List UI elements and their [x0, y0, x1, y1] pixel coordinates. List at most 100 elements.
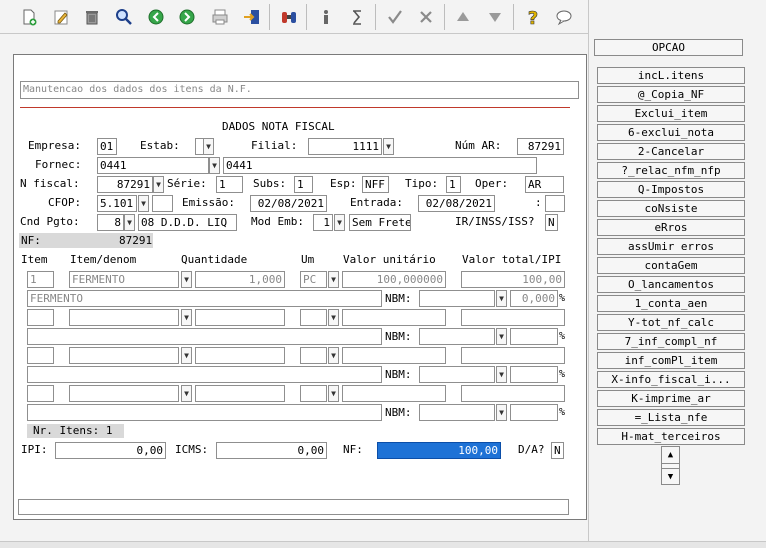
valor-unitario-field[interactable]: 100,000000 — [342, 271, 446, 288]
option-button-16[interactable]: X-info_fiscal_i... — [597, 371, 745, 388]
cnd-pgto-dropdown-icon[interactable]: ▼ — [124, 214, 135, 231]
item-description-field[interactable] — [27, 366, 382, 383]
empresa-field[interactable]: 01 — [97, 138, 117, 155]
search-icon[interactable] — [111, 4, 137, 30]
valor-unitario-field[interactable] — [342, 347, 446, 364]
trash-icon[interactable] — [79, 4, 105, 30]
option-button-1[interactable]: @_Copia_NF — [597, 86, 745, 103]
cfop-dropdown-icon[interactable]: ▼ — [138, 195, 149, 212]
item-description-field[interactable]: FERMENTO — [27, 290, 382, 307]
option-button-12[interactable]: 1_conta_aen — [597, 295, 745, 312]
option-button-10[interactable]: contaGem — [597, 257, 745, 274]
new-doc-icon[interactable] — [16, 4, 42, 30]
valor-unitario-field[interactable] — [342, 385, 446, 402]
um-dropdown-icon[interactable]: ▼ — [328, 271, 339, 288]
quantidade-field[interactable] — [195, 385, 285, 402]
item-description-field[interactable] — [27, 404, 382, 421]
forward-icon[interactable] — [174, 4, 200, 30]
nbm-field[interactable] — [419, 290, 495, 307]
sigma-icon[interactable] — [344, 4, 370, 30]
ipi-pct-field[interactable] — [510, 404, 558, 421]
down-icon[interactable] — [482, 4, 508, 30]
filial-dropdown-icon[interactable]: ▼ — [383, 138, 394, 155]
tipo-field[interactable]: 1 — [446, 176, 461, 193]
option-button-0[interactable]: incL.itens — [597, 67, 745, 84]
nbm-field[interactable] — [419, 366, 495, 383]
item-denom-field[interactable] — [69, 309, 179, 326]
fornec-dropdown-icon[interactable]: ▼ — [209, 157, 220, 174]
nbm-dropdown-icon[interactable]: ▼ — [496, 328, 507, 345]
option-button-15[interactable]: inf_comPl_item — [597, 352, 745, 369]
item-number-field[interactable]: 1 — [27, 271, 54, 288]
cnd-pgto-field[interactable]: 8 — [97, 214, 124, 231]
mod-emb-field[interactable]: 1 — [313, 214, 333, 231]
back-icon[interactable] — [143, 4, 169, 30]
cfop-field[interactable]: 5.101 — [97, 195, 137, 212]
item-description-field[interactable] — [27, 328, 382, 345]
cancel-icon[interactable] — [413, 4, 439, 30]
serie-field[interactable]: 1 — [216, 176, 243, 193]
option-button-5[interactable]: ?_relac_nfm_nfp — [597, 162, 745, 179]
item-number-field[interactable] — [27, 385, 54, 402]
nbm-field[interactable] — [419, 404, 495, 421]
option-button-3[interactable]: 6-exclui_nota — [597, 124, 745, 141]
info-icon[interactable] — [313, 4, 339, 30]
quantidade-field[interactable] — [195, 309, 285, 326]
scroll-down-icon[interactable]: ▼ — [662, 468, 679, 485]
help-icon[interactable]: ? — [520, 4, 546, 30]
valor-total-field[interactable]: 100,00 — [461, 271, 565, 288]
um-field[interactable] — [300, 347, 327, 364]
ipi-total-field[interactable]: 0,00 — [55, 442, 166, 459]
item-denom-dropdown-icon[interactable]: ▼ — [181, 385, 192, 402]
um-dropdown-icon[interactable]: ▼ — [328, 385, 339, 402]
nbm-dropdown-icon[interactable]: ▼ — [496, 366, 507, 383]
item-denom-field[interactable] — [69, 347, 179, 364]
oper-field[interactable]: AR — [525, 176, 564, 193]
um-field[interactable] — [300, 309, 327, 326]
mod-emb-dropdown-icon[interactable]: ▼ — [334, 214, 345, 231]
fornec-code-field[interactable]: 0441 — [97, 157, 209, 174]
up-icon[interactable] — [450, 4, 476, 30]
valor-unitario-field[interactable] — [342, 309, 446, 326]
subs-field[interactable]: 1 — [294, 176, 313, 193]
valor-total-field[interactable] — [461, 309, 565, 326]
ipi-pct-field[interactable]: 0,000 — [510, 290, 558, 307]
item-number-field[interactable] — [27, 309, 54, 326]
nbm-field[interactable] — [419, 328, 495, 345]
nfiscal-dropdown-icon[interactable]: ▼ — [153, 176, 164, 193]
icms-total-field[interactable]: 0,00 — [216, 442, 327, 459]
option-button-2[interactable]: Exclui_item — [597, 105, 745, 122]
quantidade-field[interactable]: 1,000 — [195, 271, 285, 288]
scroll-up-icon[interactable]: ▲ — [662, 447, 679, 464]
option-button-11[interactable]: O_lancamentos — [597, 276, 745, 293]
ipi-pct-field[interactable] — [510, 366, 558, 383]
emissao-field[interactable]: 02/08/2021 — [250, 195, 327, 212]
ir-field[interactable]: N — [545, 214, 558, 231]
option-button-17[interactable]: K-imprime_ar — [597, 390, 745, 407]
nfiscal-field[interactable]: 87291 — [97, 176, 153, 193]
quantidade-field[interactable] — [195, 347, 285, 364]
option-button-18[interactable]: =_Lista_nfe — [597, 409, 745, 426]
ipi-pct-field[interactable] — [510, 328, 558, 345]
um-dropdown-icon[interactable]: ▼ — [328, 347, 339, 364]
option-button-8[interactable]: eRros — [597, 219, 745, 236]
cnd-pgto-desc-field[interactable]: 08 D.D.D. LIQ — [138, 214, 237, 231]
um-field[interactable]: PC — [300, 271, 327, 288]
filial-field[interactable]: 1111 — [308, 138, 382, 155]
nbm-dropdown-icon[interactable]: ▼ — [496, 404, 507, 421]
export-icon[interactable] — [239, 4, 265, 30]
item-denom-dropdown-icon[interactable]: ▼ — [181, 347, 192, 364]
mod-emb-desc-field[interactable]: Sem Frete — [349, 214, 411, 231]
option-button-4[interactable]: 2-Cancelar — [597, 143, 745, 160]
um-field[interactable] — [300, 385, 327, 402]
num-ar-field[interactable]: 87291 — [517, 138, 564, 155]
item-number-field[interactable] — [27, 347, 54, 364]
item-denom-dropdown-icon[interactable]: ▼ — [181, 309, 192, 326]
item-denom-field[interactable]: FERMENTO — [69, 271, 179, 288]
option-button-19[interactable]: H-mat_terceiros — [597, 428, 745, 445]
option-button-13[interactable]: Y-tot_nf_calc — [597, 314, 745, 331]
um-dropdown-icon[interactable]: ▼ — [328, 309, 339, 326]
edit-icon[interactable] — [48, 4, 74, 30]
chat-icon[interactable] — [551, 4, 577, 30]
item-denom-dropdown-icon[interactable]: ▼ — [181, 271, 192, 288]
